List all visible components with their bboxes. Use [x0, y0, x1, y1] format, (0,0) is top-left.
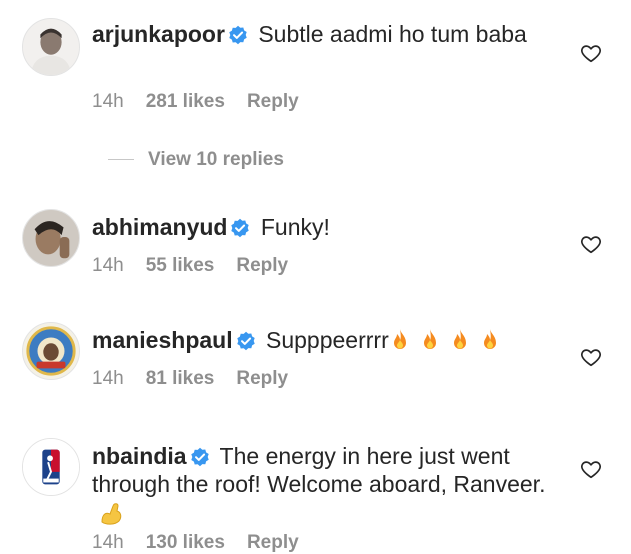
fire-emoji-icon — [449, 328, 471, 352]
comment-abhimanyud: abhimanyud Funky! 14h 55 likes Reply — [0, 200, 631, 300]
username[interactable]: manieshpaul — [92, 327, 233, 353]
avatar[interactable] — [22, 18, 80, 76]
verified-badge-icon — [190, 447, 210, 467]
avatar-image — [23, 323, 79, 379]
fire-emoji-icon — [389, 328, 411, 352]
comment-meta: 14h 281 likes Reply — [92, 91, 321, 113]
username[interactable]: nbaindia — [92, 443, 187, 469]
verified-badge-icon — [236, 331, 256, 351]
timestamp: 14h — [92, 368, 124, 389]
likes-count[interactable]: 130 likes — [146, 532, 225, 553]
likes-count[interactable]: 281 likes — [146, 91, 225, 112]
comment-manieshpaul: manieshpaul Supppeerrrr 14h 81 likes Reply — [0, 312, 631, 412]
timestamp: 14h — [92, 255, 124, 276]
reply-button[interactable]: Reply — [247, 91, 299, 112]
reply-button[interactable]: Reply — [236, 368, 288, 389]
comment-body: arjunkapoor Subtle aadmi ho tum baba — [92, 20, 572, 48]
comment-text: Funky! — [260, 214, 330, 240]
verified-badge-icon — [228, 25, 248, 45]
divider — [108, 159, 134, 161]
comment-meta: 14h 81 likes Reply — [92, 368, 310, 390]
view-replies-label: View 10 replies — [148, 149, 284, 170]
comment-meta: 14h 130 likes Reply — [92, 532, 321, 554]
timestamp: 14h — [92, 532, 124, 553]
likes-count[interactable]: 55 likes — [146, 255, 215, 276]
comment-nbaindia: nbaindia The energy in here just went th… — [0, 428, 631, 554]
reply-button[interactable]: Reply — [236, 255, 288, 276]
comment-body: abhimanyud Funky! — [92, 213, 572, 241]
avatar[interactable] — [22, 322, 80, 380]
avatar[interactable] — [22, 438, 80, 496]
view-replies-button[interactable]: View 10 replies — [108, 149, 284, 171]
avatar[interactable] — [22, 209, 80, 267]
username[interactable]: arjunkapoor — [92, 21, 225, 47]
fire-emoji-icon — [479, 328, 501, 352]
comment-meta: 14h 55 likes Reply — [92, 255, 310, 277]
flexed-biceps-emoji-icon — [98, 500, 124, 526]
heart-outline-icon[interactable] — [580, 42, 602, 64]
comment-text: Subtle aadmi ho tum baba — [258, 21, 527, 47]
fire-emoji-icon — [419, 328, 441, 352]
comment-text: Supppeerrrr — [266, 327, 389, 353]
heart-outline-icon[interactable] — [580, 346, 602, 368]
likes-count[interactable]: 81 likes — [146, 368, 215, 389]
comment-body: nbaindia The energy in here just went th… — [92, 442, 562, 526]
username[interactable]: abhimanyud — [92, 214, 227, 240]
timestamp: 14h — [92, 91, 124, 112]
heart-outline-icon[interactable] — [580, 458, 602, 480]
avatar-image — [23, 19, 79, 75]
heart-outline-icon[interactable] — [580, 233, 602, 255]
comment-body: manieshpaul Supppeerrrr — [92, 326, 572, 354]
avatar-image — [23, 210, 79, 266]
comment-arjunkapoor: arjunkapoor Subtle aadmi ho tum baba 14h… — [0, 0, 631, 140]
nba-logo-icon — [23, 439, 79, 495]
reply-button[interactable]: Reply — [247, 532, 299, 553]
verified-badge-icon — [230, 218, 250, 238]
